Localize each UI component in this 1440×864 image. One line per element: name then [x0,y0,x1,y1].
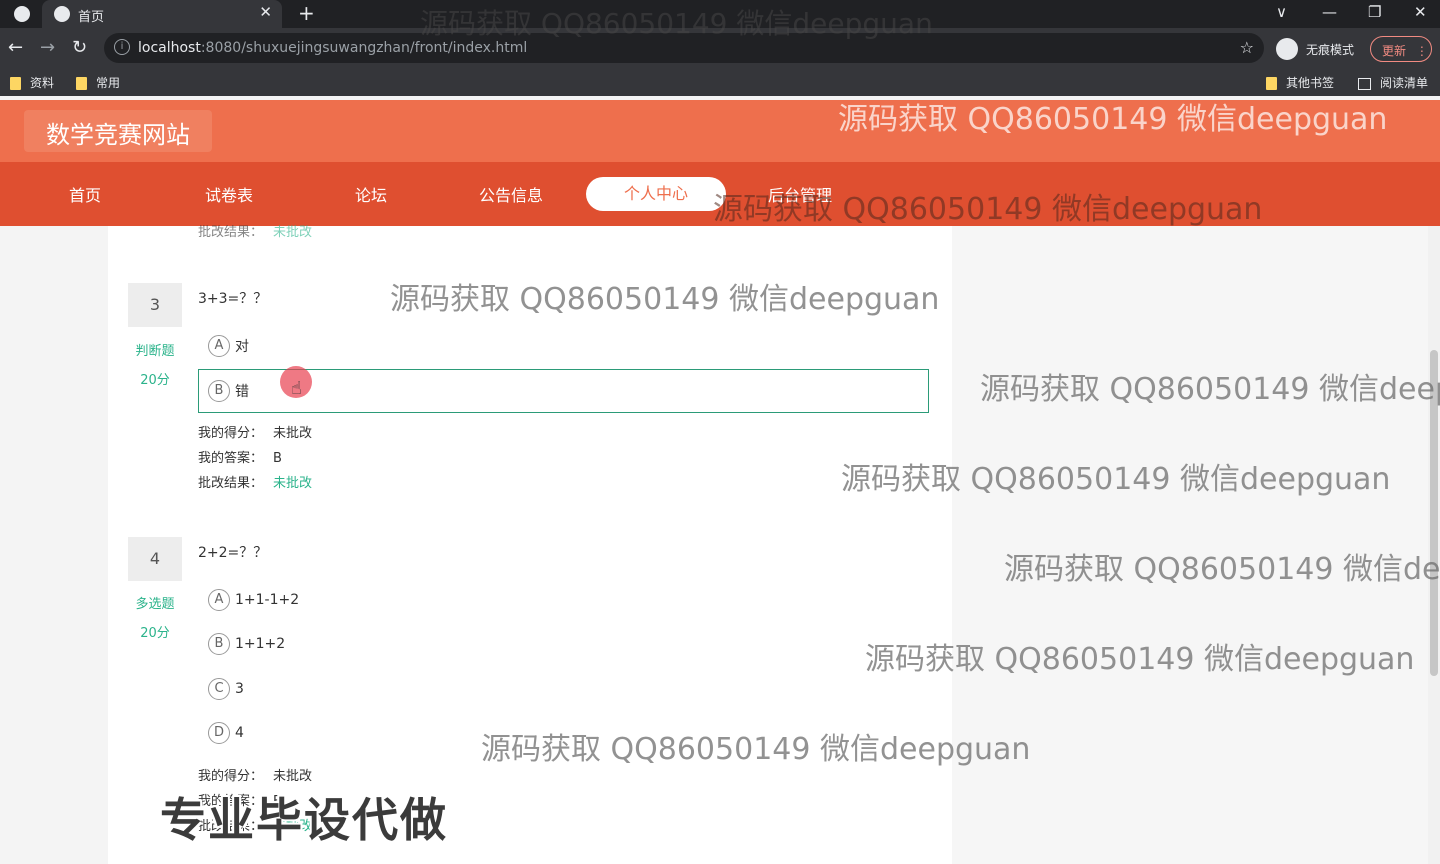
question-text: 2+2=？？ [198,545,268,561]
question-number: 4 [128,537,182,581]
bookmark-folder-ziliao[interactable]: 资料 [10,74,54,91]
hand-cursor-icon: ☝ [291,378,302,399]
update-label: 更新 [1382,44,1407,58]
watermark: 源码获取 QQ86050149 微信deepguan [713,192,1263,227]
site-title[interactable]: 数学竞赛网站 [24,110,212,152]
restore-button[interactable]: ❐ [1368,3,1381,21]
question-type: 多选题 [135,597,175,612]
url-text[interactable]: localhost:8080/shuxuejingsuwangzhan/fron… [138,40,527,56]
browser-menu-icon[interactable] [14,6,30,22]
minimize-button[interactable]: — [1322,3,1337,21]
question-type: 判断题 [135,344,175,359]
new-tab-button[interactable]: + [298,1,315,25]
window-close-button[interactable]: ✕ [1414,3,1427,21]
option-letter: A [208,335,230,357]
tab-title: 首页 [78,10,105,25]
reload-button[interactable]: ↻ [72,37,87,58]
tab-favicon-icon [54,6,70,22]
option-letter: A [208,589,230,611]
option-b[interactable]: B 1+1+2 [208,633,285,657]
option-text: 1+1+2 [235,636,286,652]
option-a[interactable]: A对 [208,335,249,359]
nav-personal-center[interactable]: 个人中心 [586,177,726,211]
watermark: 源码获取 QQ86050149 微信deepguan [390,282,940,317]
watermark: 源码获取 QQ86050149 微信deepguan [481,732,1031,767]
option-text: 4 [235,725,244,741]
forward-button[interactable]: → [40,37,55,58]
result-line: 批改结果： 未批改 [198,476,313,491]
reading-list[interactable]: 阅读清单 [1358,74,1428,91]
update-button[interactable]: 更新 ⋮ [1370,36,1432,62]
other-bookmarks[interactable]: 其他书签 [1266,74,1334,91]
option-d[interactable]: D4 [208,722,244,746]
option-letter: D [208,722,230,744]
promo-overlay-text: 专业毕设代做 [160,793,448,847]
watermark: 源码获取 QQ86050149 微信deepguan [420,7,933,40]
tab-search-icon[interactable]: ∨ [1276,3,1287,21]
reading-list-icon [1358,77,1371,90]
option-c[interactable]: C3 [208,678,244,702]
bookmark-star-icon[interactable]: ☆ [1240,38,1254,57]
folder-icon [1266,77,1277,90]
nav-forum[interactable]: 论坛 [355,182,387,206]
tab-close-icon[interactable]: ✕ [259,3,272,21]
watermark: 源码获取 QQ86050149 微信deep [980,372,1440,407]
option-b[interactable]: B错 [208,380,249,404]
back-button[interactable]: ← [8,37,23,58]
watermark: 源码获取 QQ86050149 微信deepguan [841,462,1391,497]
bookmarks-bar: 资料 常用 其他书签 阅读清单 [0,68,1440,96]
option-text: 错 [235,384,249,400]
incognito-icon [1276,38,1298,60]
option-text: 1+1-1+2 [235,592,300,608]
option-text: 3 [235,681,244,697]
folder-icon [76,77,87,90]
question-number: 3 [128,283,182,327]
browser-tab[interactable]: 首页 ✕ [42,0,282,28]
watermark: 源码获取 QQ86050149 微信deepguan [865,642,1415,677]
folder-icon [10,77,21,90]
option-letter: C [208,678,230,700]
nav-home[interactable]: 首页 [69,182,101,206]
option-letter: B [208,633,230,655]
site-info-icon[interactable]: i [114,39,130,55]
watermark: 源码获取 QQ86050149 微信dee [1004,552,1440,587]
my-score-line: 我的得分： 未批改 [198,769,313,784]
question-score: 20分 [140,626,170,641]
my-answer-line: 我的答案： B [198,451,282,466]
option-text: 对 [235,339,249,355]
bookmark-folder-changyong[interactable]: 常用 [76,74,120,91]
url-path: :8080/shuxuejingsuwangzhan/front/index.h… [200,40,528,56]
question-score: 20分 [140,373,170,388]
nav-exam-papers[interactable]: 试卷表 [205,182,253,206]
question-text: 3+3=？？ [198,291,268,307]
nav-announcements[interactable]: 公告信息 [479,182,543,206]
incognito-label: 无痕模式 [1306,43,1355,57]
url-host: localhost [138,40,201,56]
option-a[interactable]: A 1+1-1+2 [208,589,299,613]
my-score-line: 我的得分： 未批改 [198,426,313,441]
watermark: 源码获取 QQ86050149 微信deepguan [838,102,1388,137]
partial-result-line: 批改结果： 未批改 [198,225,313,240]
option-letter: B [208,380,230,402]
